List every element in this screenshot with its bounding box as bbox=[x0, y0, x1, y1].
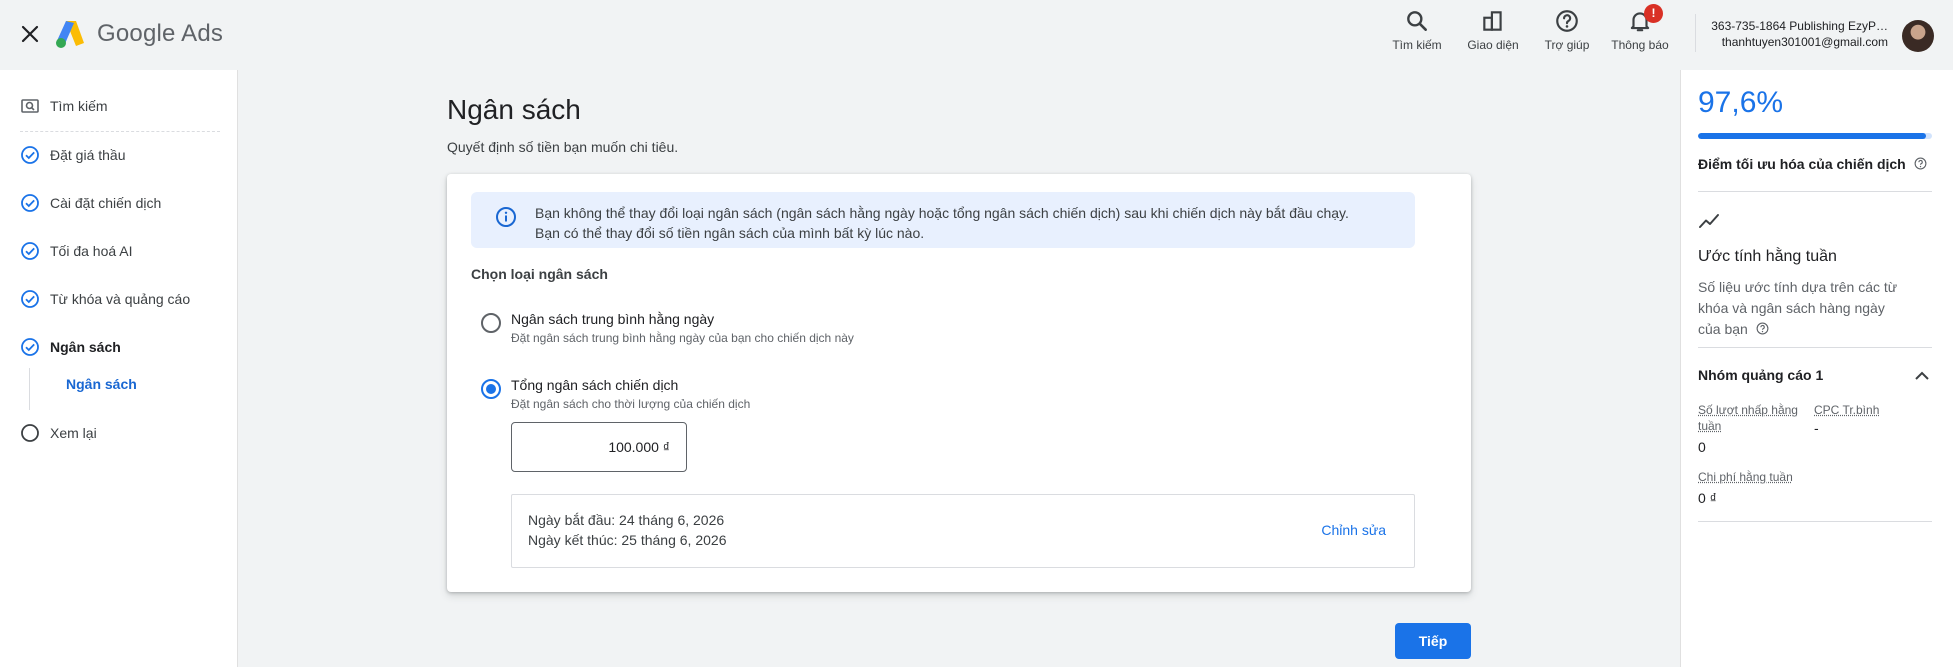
close-icon[interactable] bbox=[18, 22, 42, 46]
total-budget-radio[interactable] bbox=[481, 379, 501, 399]
daily-budget-radio[interactable] bbox=[481, 313, 501, 333]
budget-card: Bạn không thể thay đổi loại ngân sách (n… bbox=[447, 174, 1471, 592]
check-circle-icon bbox=[21, 290, 39, 308]
panel-divider bbox=[1698, 521, 1932, 522]
estimate-description-text: Số liệu ước tính dựa trên các từ khóa và… bbox=[1698, 279, 1898, 337]
right-panel: 97,6% Điểm tối ưu hóa của chiến dịch Ước… bbox=[1680, 70, 1953, 667]
trending-up-icon bbox=[1699, 214, 1719, 228]
sidebar-item-ai-max[interactable]: Tối đa hoá AI bbox=[20, 237, 230, 265]
avg-cpc-value: - bbox=[1814, 420, 1819, 436]
ad-group-title: Nhóm quảng cáo 1 bbox=[1698, 367, 1824, 383]
score-label-text: Điểm tối ưu hóa của chiến dịch bbox=[1698, 156, 1906, 172]
appearance-tool-button[interactable]: Giao diện bbox=[1457, 8, 1529, 56]
sidebar-item-review[interactable]: Xem lại bbox=[20, 419, 230, 447]
google-ads-logo-icon bbox=[56, 21, 84, 48]
budget-amount-input[interactable]: 100.000 ₫ bbox=[511, 422, 687, 472]
panel-divider bbox=[1698, 191, 1932, 192]
budget-type-heading: Chọn loại ngân sách bbox=[471, 266, 608, 282]
top-bar: Google Ads Tìm kiếm Giao diện Trợ giúp !… bbox=[0, 0, 1953, 70]
sidebar-item-label: Ngân sách bbox=[50, 339, 121, 355]
panel-divider bbox=[1698, 347, 1932, 348]
sidebar-item-label: Tối đa hoá AI bbox=[50, 243, 133, 259]
weekly-estimate-description: Số liệu ước tính dựa trên các từ khóa và… bbox=[1698, 277, 1908, 340]
sidebar-item-label: Từ khóa và quảng cáo bbox=[50, 291, 191, 307]
notification-badge: ! bbox=[1644, 4, 1663, 23]
help-tool-label: Trợ giúp bbox=[1544, 38, 1590, 52]
info-text: Bạn không thể thay đổi loại ngân sách (n… bbox=[535, 203, 1349, 243]
sidebar-item-label: Đặt giá thầu bbox=[50, 147, 126, 163]
chevron-up-icon[interactable] bbox=[1914, 368, 1930, 382]
info-icon bbox=[496, 207, 516, 227]
sidebar-item-label: Cài đặt chiến dịch bbox=[50, 195, 162, 211]
optimization-score-bar bbox=[1698, 133, 1932, 139]
sidebar-subitem-budget[interactable]: Ngân sách bbox=[66, 376, 137, 392]
check-circle-icon bbox=[21, 194, 39, 212]
help-icon bbox=[1556, 10, 1578, 32]
check-circle-icon bbox=[21, 146, 39, 164]
optimization-score-fill bbox=[1698, 133, 1927, 139]
sidebar-item-campaign-settings[interactable]: Cài đặt chiến dịch bbox=[20, 189, 230, 217]
brand-name: Google Ads bbox=[97, 20, 224, 47]
info-banner: Bạn không thể thay đổi loại ngân sách (n… bbox=[471, 192, 1415, 248]
option-label: Ngân sách trung bình hằng ngày bbox=[511, 311, 715, 327]
check-circle-icon bbox=[21, 242, 39, 260]
help-icon[interactable] bbox=[1756, 322, 1769, 335]
appearance-tool-label: Giao diện bbox=[1467, 38, 1519, 52]
check-circle-icon bbox=[21, 338, 39, 356]
search-box-icon bbox=[21, 99, 39, 113]
topbar-divider bbox=[1695, 14, 1696, 52]
optimization-score: 97,6% bbox=[1698, 86, 1784, 119]
weekly-clicks-label: Số lượt nhấp hằng tuần bbox=[1698, 403, 1798, 433]
edit-dates-button[interactable]: Chỉnh sửa bbox=[1321, 522, 1386, 538]
account-info[interactable]: 363-735-1864 Publishing EzyP… thanhtuyen… bbox=[1700, 18, 1888, 50]
search-tool-label: Tìm kiếm bbox=[1392, 38, 1442, 52]
sidebar-item-search[interactable]: Tìm kiếm bbox=[20, 92, 230, 120]
weekly-estimate-title: Ước tính hằng tuần bbox=[1698, 248, 1837, 265]
page-title: Ngân sách bbox=[447, 94, 581, 125]
sidebar-sub-line bbox=[29, 368, 30, 410]
start-date: Ngày bắt đầu: 24 tháng 6, 2026 bbox=[528, 512, 725, 528]
option-description: Đặt ngân sách trung bình hằng ngày của b… bbox=[511, 331, 854, 345]
weekly-cost-value: 0 ₫ bbox=[1698, 490, 1717, 506]
option-label: Tổng ngân sách chiến dịch bbox=[511, 377, 679, 393]
weekly-cost-label: Chi phí hằng tuần bbox=[1698, 470, 1793, 484]
search-tool-button[interactable]: Tìm kiếm bbox=[1381, 8, 1453, 56]
avg-cpc-label: CPC Tr.bình bbox=[1814, 403, 1880, 417]
step-sidebar: Tìm kiếm Đặt giá thầu Cài đặt chiến dịch… bbox=[0, 70, 238, 667]
search-icon bbox=[1407, 11, 1427, 31]
weekly-clicks-value: 0 bbox=[1698, 439, 1706, 455]
notifications-tool-label: Thông báo bbox=[1611, 38, 1669, 52]
appearance-icon bbox=[1483, 11, 1502, 31]
help-tool-button[interactable]: Trợ giúp bbox=[1531, 8, 1603, 56]
end-date: Ngày kết thúc: 25 tháng 6, 2026 bbox=[528, 532, 727, 548]
optimization-score-label: Điểm tối ưu hóa của chiến dịch bbox=[1698, 156, 1927, 172]
sidebar-item-bidding[interactable]: Đặt giá thầu bbox=[20, 141, 230, 169]
info-line-2: Bạn có thể thay đổi số tiền ngân sách củ… bbox=[535, 225, 925, 241]
page-subtitle: Quyết định số tiền bạn muốn chi tiêu. bbox=[447, 139, 679, 155]
option-description: Đặt ngân sách cho thời lượng của chiến d… bbox=[511, 397, 751, 411]
account-email: thanhtuyen301001@gmail.com bbox=[1721, 35, 1888, 49]
sidebar-item-keywords-ads[interactable]: Từ khóa và quảng cáo bbox=[20, 285, 230, 313]
account-id-name: 363-735-1864 Publishing EzyP… bbox=[1711, 19, 1888, 33]
campaign-dates-box: Ngày bắt đầu: 24 tháng 6, 2026 Ngày kết … bbox=[511, 494, 1415, 568]
sidebar-divider bbox=[20, 131, 220, 132]
sidebar-item-label: Xem lại bbox=[50, 425, 97, 441]
sidebar-item-budget[interactable]: Ngân sách bbox=[20, 333, 230, 361]
notifications-tool-button[interactable]: ! Thông báo bbox=[1604, 4, 1676, 56]
avatar[interactable] bbox=[1902, 20, 1934, 52]
next-button[interactable]: Tiếp bbox=[1395, 623, 1471, 659]
info-line-1: Bạn không thể thay đổi loại ngân sách (n… bbox=[535, 205, 1349, 221]
sidebar-item-label: Tìm kiếm bbox=[50, 98, 108, 114]
help-icon[interactable] bbox=[1914, 157, 1927, 170]
empty-circle-icon bbox=[21, 424, 39, 442]
